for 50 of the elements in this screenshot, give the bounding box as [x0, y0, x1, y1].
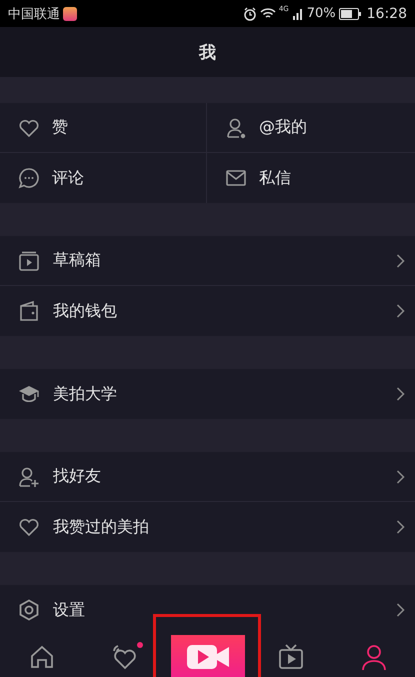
- graduation-cap-icon: [18, 383, 40, 405]
- alarm-icon: [242, 6, 257, 20]
- settings-icon: [18, 599, 40, 621]
- signal-icon: [292, 8, 304, 20]
- menu-row[interactable]: 我的钱包: [0, 286, 415, 336]
- battery-icon: [338, 8, 361, 20]
- comment-icon: [18, 167, 40, 189]
- chevron-right-icon: [396, 470, 405, 484]
- menu-label: 我的钱包: [53, 300, 117, 322]
- play-box-icon: [18, 250, 40, 272]
- wallet-icon: [18, 300, 40, 322]
- menu-label: 设置: [53, 600, 85, 620]
- menu-grid-item[interactable]: @我的: [207, 103, 415, 153]
- chevron-right-icon: [396, 520, 405, 534]
- add-user-icon: [18, 466, 40, 488]
- menu-label: 我赞过的美拍: [53, 516, 149, 538]
- menu-label: 找好友: [53, 466, 101, 487]
- video-camera-icon: [186, 643, 230, 671]
- record-button[interactable]: [170, 635, 244, 677]
- menu-label: 美拍大学: [53, 384, 117, 404]
- menu-row[interactable]: 找好友: [0, 452, 415, 502]
- heart-icon[interactable]: [110, 643, 138, 671]
- menu-grid-item[interactable]: 私信: [207, 153, 415, 203]
- battery-percent: 70%: [306, 6, 336, 21]
- menu-row[interactable]: 我赞过的美拍: [0, 502, 415, 552]
- menu-row[interactable]: 美拍大学: [0, 369, 415, 419]
- menu-label: 草稿箱: [53, 250, 101, 271]
- app-notification-icon: [63, 6, 77, 20]
- menu-label: 评论: [52, 168, 84, 188]
- chevron-right-icon: [396, 304, 405, 318]
- tv-icon[interactable]: [276, 643, 304, 671]
- menu-label: 私信: [259, 168, 291, 188]
- clock-time: 16:28: [366, 6, 407, 22]
- heart-icon: [18, 516, 40, 538]
- person-icon[interactable]: [360, 643, 388, 671]
- chevron-right-icon: [396, 254, 405, 268]
- menu-grid-item[interactable]: 评论: [0, 153, 207, 203]
- mail-icon: [225, 167, 247, 189]
- wifi-icon: [260, 7, 276, 20]
- notification-dot: [137, 642, 143, 648]
- carrier-name: 中国联通: [8, 6, 60, 22]
- menu-row[interactable]: 设置: [0, 585, 415, 635]
- menu-row[interactable]: 草稿箱: [0, 236, 415, 286]
- menu-label: 赞: [52, 117, 68, 138]
- page-title: 我: [199, 42, 216, 64]
- menu-grid-item[interactable]: 赞: [0, 103, 207, 153]
- menu-label: @我的: [259, 117, 307, 138]
- chevron-right-icon: [396, 387, 405, 401]
- user-icon: [225, 116, 247, 138]
- chevron-right-icon: [396, 603, 405, 617]
